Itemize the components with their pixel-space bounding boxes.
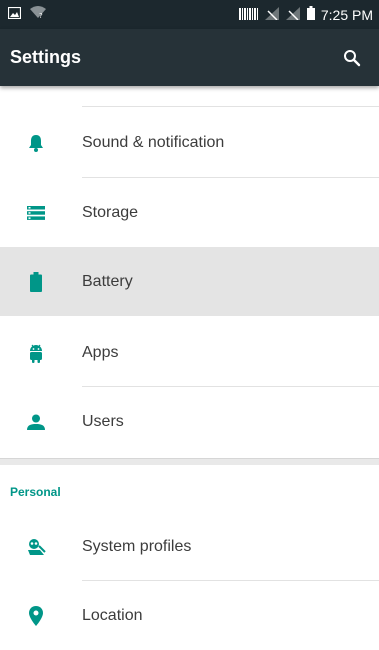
settings-item-system-profiles[interactable]: System profiles [0, 512, 379, 581]
image-notification-icon [7, 6, 22, 24]
no-signal-icon-2 [285, 6, 301, 23]
divider [82, 106, 379, 107]
settings-item-label: Storage [82, 203, 139, 221]
settings-item-apps[interactable]: Apps [0, 318, 379, 387]
section-header-personal: Personal [10, 485, 61, 499]
no-signal-icon [264, 6, 280, 23]
android-icon [26, 343, 46, 363]
settings-item-users[interactable]: Users [0, 387, 379, 456]
storage-icon [26, 203, 46, 223]
barcode-icon [238, 7, 259, 23]
page-title: Settings [10, 47, 82, 67]
system-profiles-icon [26, 537, 46, 557]
settings-item-label: System profiles [82, 537, 192, 555]
settings-item-label: Users [82, 412, 124, 430]
settings-item-location[interactable]: Location [0, 581, 379, 650]
app-toolbar: Settings [0, 29, 379, 86]
settings-item-label: Location [82, 606, 143, 624]
settings-item-label: Apps [82, 343, 119, 361]
battery-status-icon [306, 6, 315, 23]
svg-text:?: ? [39, 12, 43, 19]
person-icon [26, 412, 46, 432]
wifi-question-icon: ? [29, 5, 47, 24]
settings-item-battery[interactable]: Battery [0, 247, 379, 316]
battery-icon [26, 271, 46, 292]
section-divider [0, 458, 379, 465]
location-pin-icon [26, 605, 46, 626]
status-bar: ? 7:25 PM [0, 0, 379, 29]
status-time: 7:25 PM [320, 6, 373, 23]
settings-item-label: Battery [82, 272, 133, 290]
settings-item-storage[interactable]: Storage [0, 178, 379, 247]
settings-item-label: Sound & notification [82, 133, 225, 151]
search-button[interactable] [337, 43, 367, 73]
bell-icon [26, 133, 46, 153]
settings-item-sound-notification[interactable]: Sound & notification [0, 108, 379, 177]
search-icon [344, 49, 361, 66]
